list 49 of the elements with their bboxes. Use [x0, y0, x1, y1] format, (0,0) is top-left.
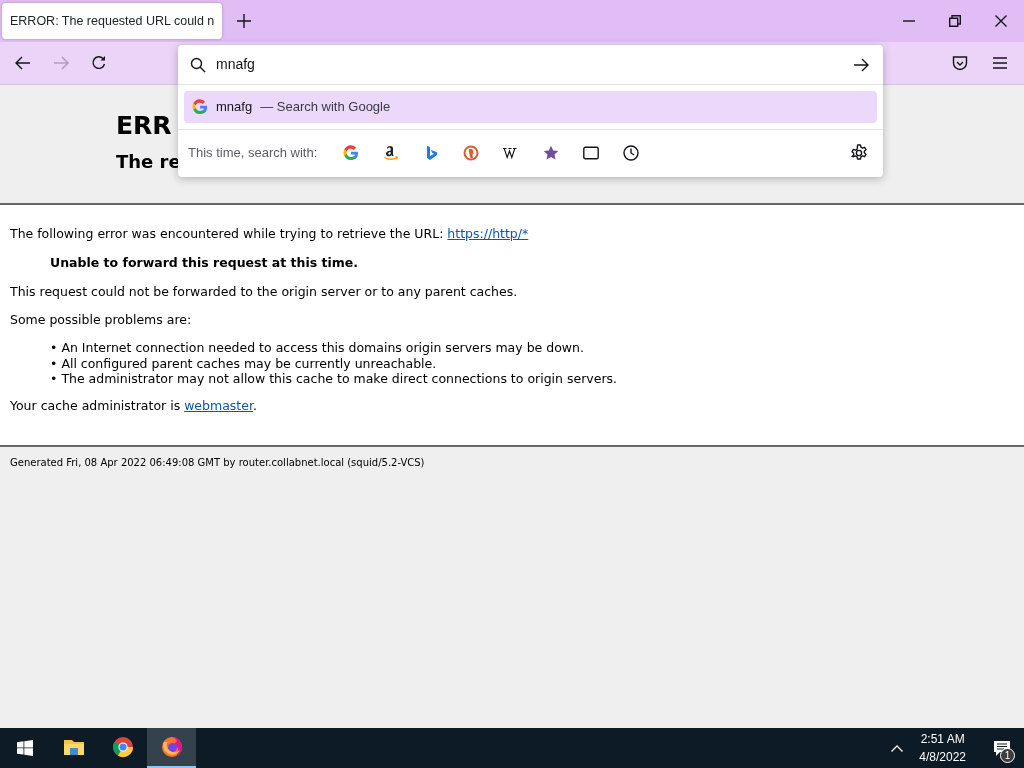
search-icon — [190, 56, 206, 73]
minimize-icon — [903, 20, 915, 22]
suggestion-label: — Search with Google — [260, 98, 391, 117]
windows-icon — [16, 740, 33, 756]
history-icon — [623, 144, 640, 161]
firefox-icon — [160, 736, 183, 758]
taskbar-app-button[interactable] — [147, 728, 196, 768]
tabs-icon — [583, 144, 600, 161]
bullet: • — [50, 371, 58, 387]
reload-icon — [91, 55, 107, 71]
forward-arrow-icon — [53, 56, 69, 70]
restore-icon — [949, 15, 961, 27]
problem-item: An Internet connection needed to access this domains origin servers may be down. — [61, 340, 584, 356]
error-detail: This request could not be forwarded to the origin server or to any parent caches. — [10, 282, 519, 301]
bullet: • — [50, 340, 58, 356]
clock-time: 2:51 AM — [919, 731, 966, 748]
amazon-icon — [383, 144, 400, 161]
footer-text: Generated Fri, 08 Apr 2022 06:49:08 GMT by router.collabnet.local (squid/5.2-VCS) — [9, 456, 426, 471]
settings-icon — [850, 143, 868, 162]
problem-item: All configured parent caches may be currently unreachable. — [61, 355, 437, 371]
go-arrow-icon — [853, 57, 869, 72]
chevron-up-icon — [891, 744, 904, 752]
tab-title: ERROR: The requested URL could n — [10, 12, 215, 30]
google-icon — [192, 99, 208, 115]
notification-count: 1 — [1000, 748, 1015, 763]
plus-icon — [237, 14, 251, 28]
problem-item: The administrator may not allow this cache to make direct connections to origin servers. — [61, 371, 617, 387]
error-reason: Unable to forward this request at this time. — [49, 253, 359, 272]
duckduckgo-icon — [463, 144, 480, 161]
pocket-icon — [952, 55, 968, 71]
suggestion-item[interactable]: mnafg — Search with Google — [184, 91, 877, 123]
page-heading: ERR — [116, 110, 172, 142]
back-arrow-icon — [15, 56, 31, 70]
error-text: The following error was encountered while trying to retrieve the URL: https://http/* — [10, 225, 530, 243]
close-icon — [995, 15, 1007, 27]
google-icon — [343, 144, 360, 161]
bullet: • — [50, 355, 58, 371]
bookmark-star-icon — [543, 144, 560, 161]
webmaster-link[interactable]: webmaster — [184, 397, 253, 413]
clock-date: 4/8/2022 — [919, 749, 966, 766]
url-link[interactable]: https://http/* — [447, 226, 529, 241]
notification-button[interactable]: 1 — [980, 728, 1024, 768]
browser-tab[interactable]: ERROR: The requested URL could n — [2, 3, 222, 39]
menu-icon — [993, 57, 1007, 69]
one-off-label: This time, search with: — [188, 143, 318, 162]
chrome-icon — [111, 736, 134, 758]
problems-label: Some possible problems are: — [10, 311, 193, 330]
suggestion-query: mnafg — [216, 98, 253, 117]
admin-text: Your cache administrator is webmaster. — [10, 396, 258, 415]
